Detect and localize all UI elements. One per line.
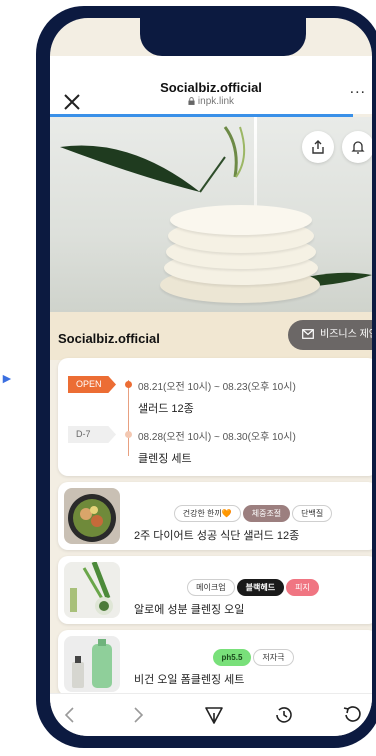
- page-url: inpk.link: [50, 96, 372, 107]
- share-icon: [312, 140, 324, 154]
- send-icon[interactable]: [202, 703, 226, 727]
- schedule-card[interactable]: OPEN 08.21(오전 10시) ~ 08.23(오후 10시) 샐러드 1…: [58, 358, 372, 476]
- product-title: 2주 다이어트 성공 식단 샐러드 12종: [134, 530, 300, 542]
- product-card[interactable]: ph5.5 저자극 비건 오일 폼클렌징 세트: [58, 630, 372, 696]
- product-card[interactable]: 메이크업 블랙헤드 피지 알로에 성분 클렌징 오일: [58, 556, 372, 624]
- lock-icon: [188, 97, 195, 105]
- product-tags: 메이크업 블랙헤드 피지: [134, 577, 372, 596]
- product-tag: 단백질: [292, 505, 333, 522]
- pointer-arrow-icon: ►: [0, 370, 14, 386]
- hero-image: [50, 117, 372, 312]
- product-tag: 메이크업: [187, 579, 235, 596]
- alarm-button[interactable]: [342, 131, 372, 163]
- phone-frame: Socialbiz.official inpk.link ... Socialb…: [36, 6, 376, 748]
- product-tag: 피지: [286, 579, 319, 596]
- product-title: 비건 오일 폼클렌징 세트: [134, 674, 245, 686]
- product-thumbnail: [64, 636, 120, 692]
- product-tag: 건강한 한끼🧡: [173, 505, 241, 522]
- product-tag: 저자극: [253, 649, 294, 666]
- mail-icon: [302, 329, 314, 339]
- forward-arrow-icon[interactable]: [126, 703, 150, 727]
- back-arrow-icon[interactable]: [58, 703, 82, 727]
- schedule-item: 클렌징 세트: [138, 453, 192, 465]
- business-proposal-label: 비즈니스 제안: [320, 329, 372, 340]
- schedule-item: 샐러드 12종: [138, 403, 194, 415]
- product-tags: ph5.5 저자극: [134, 647, 372, 666]
- product-thumbnail: [64, 488, 120, 544]
- history-icon[interactable]: [272, 703, 296, 727]
- product-tag: 블랙헤드: [236, 579, 285, 596]
- timeline-line: [128, 380, 129, 456]
- timeline-dot: [125, 381, 132, 388]
- phone-screen: Socialbiz.official inpk.link ... Socialb…: [50, 18, 372, 736]
- reload-icon[interactable]: [340, 703, 364, 727]
- business-name: Socialbiz.official: [58, 331, 160, 346]
- phone-notch: [140, 18, 306, 56]
- browser-header: Socialbiz.official inpk.link ...: [50, 56, 372, 114]
- product-tags: 건강한 한끼🧡 체중조절 단백질: [134, 503, 372, 522]
- product-card[interactable]: 건강한 한끼🧡 체중조절 단백질 2주 다이어트 성공 식단 샐러드 12종: [58, 482, 372, 550]
- dday-tag: D-7: [68, 426, 116, 443]
- page-title: Socialbiz.official: [160, 80, 262, 95]
- cleansing-bar-layer: [170, 205, 312, 235]
- browser-toolbar: [50, 693, 372, 736]
- business-proposal-button[interactable]: 비즈니스 제안: [288, 320, 372, 350]
- open-tag: OPEN: [68, 376, 116, 393]
- share-button[interactable]: [302, 131, 334, 163]
- business-bar: Socialbiz.official 비즈니스 제안: [50, 312, 372, 360]
- timeline-dot: [125, 431, 132, 438]
- product-title: 알로에 성분 클렌징 오일: [134, 604, 245, 616]
- more-options-button[interactable]: ...: [350, 80, 366, 98]
- url-text: inpk.link: [197, 96, 235, 107]
- bell-icon: [351, 141, 365, 154]
- product-tag: 체중조절: [242, 505, 291, 522]
- schedule-range: 08.28(오전 10시) ~ 08.30(오후 10시): [138, 432, 296, 443]
- product-thumbnail: [64, 562, 120, 618]
- schedule-range: 08.21(오전 10시) ~ 08.23(오후 10시): [138, 382, 296, 393]
- product-tag: ph5.5: [212, 649, 252, 666]
